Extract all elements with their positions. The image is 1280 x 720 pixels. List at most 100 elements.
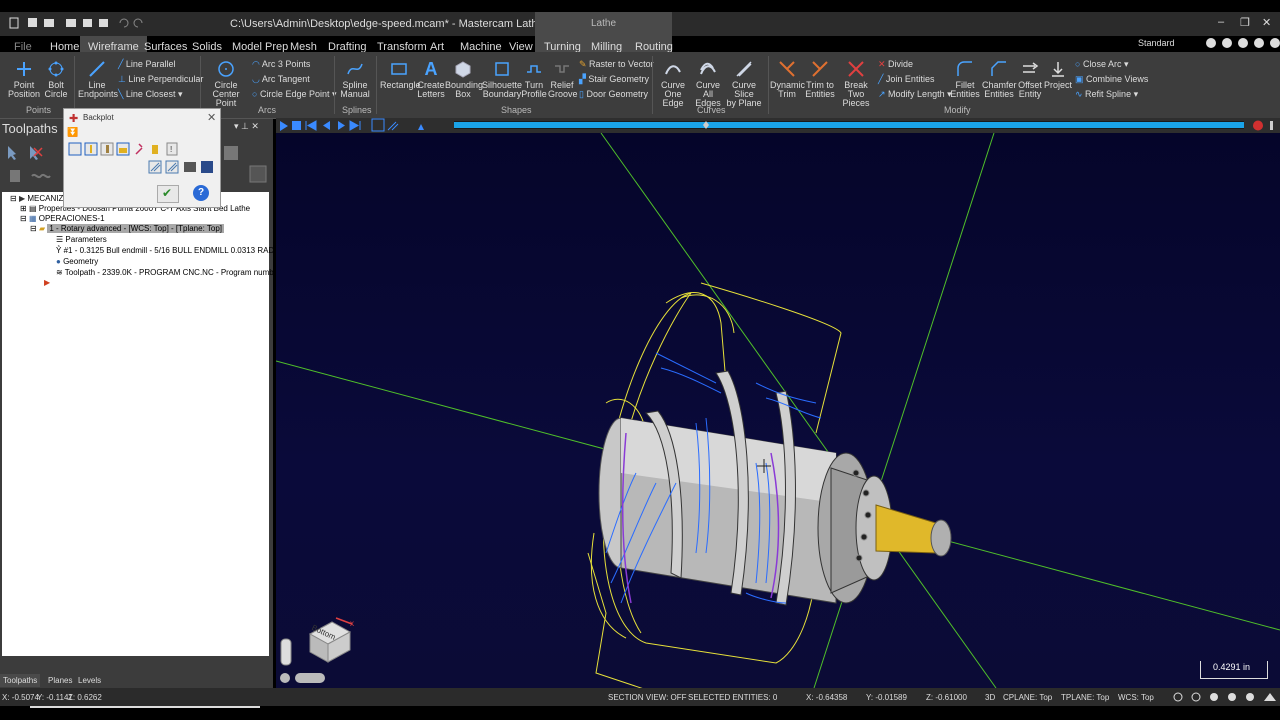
stop-indicator-icon [1253,120,1263,131]
tab-planes[interactable]: Planes [48,676,72,685]
tree-node-toolpath[interactable]: ≋ Toolpath - 2339.0K - PROGRAM CNC.NC - … [56,268,288,278]
help-icons[interactable] [1205,37,1280,49]
machine-icon: ▶ [18,194,26,203]
arc-3-points-label: Arc 3 Points [261,59,311,69]
option-axes-icon [135,143,143,155]
rectangle-button[interactable]: Rectangle [380,60,421,90]
point-position-button[interactable]: Point Position [6,60,42,99]
dynamic-trim-button[interactable]: Dynamic Trim [770,60,805,99]
tree-node-geometry[interactable]: ● Geometry [56,257,98,267]
silhouette-boundary-button[interactable]: Silhouette Boundary [482,60,522,99]
separator [200,56,201,114]
tree-node-operation-1[interactable]: ⊟ ▰ 1 - Rotary advanced - [WCS: Top] - [… [30,224,224,234]
tree-label: MECANIZ [27,194,64,203]
tplane-status[interactable]: TPLANE: Top [1061,693,1109,702]
parameters-icon: ☰ [56,235,64,244]
help-button[interactable]: ? [193,185,209,201]
circle-center-point-button[interactable]: Circle Center Point [204,60,248,108]
turn-profile-button[interactable]: Turn Profile [520,60,548,99]
line-closest-button[interactable]: ╲ Line Closest ▾ [118,89,182,99]
curve-slice-by-plane-label: Curve Slice by Plane [726,80,762,108]
chamfer-entities-button[interactable]: Chamfer Entities [982,60,1017,99]
tree-node-parameters[interactable]: ☰ Parameters [56,235,107,245]
curve-slice-by-plane-button[interactable]: Curve Slice by Plane [724,60,764,108]
cplane-status[interactable]: CPLANE: Top [1003,693,1052,702]
spline-manual-label: Spline Manual [340,80,370,99]
minimize-icon[interactable]: – [1218,16,1224,28]
ok-button[interactable]: ✔ [157,185,179,203]
tree-node-machine-group[interactable]: ⊟ ▶ MECANIZ [10,194,63,204]
refit-spline-button[interactable]: ∿ Refit Spline ▾ [1075,89,1138,99]
cursor-z: Z: 0.6262 [68,693,102,702]
offset-entity-button[interactable]: Offset Entity [1015,60,1045,99]
new-icon [9,17,19,29]
check-icon: ✔ [162,186,173,200]
divide-icon: ✕ [878,59,889,69]
section-view-status[interactable]: SECTION VIEW: OFF [608,693,687,702]
expand-icon[interactable]: ⊞ [20,204,27,213]
fillet-entities-button[interactable]: Fillet Entities [950,60,980,99]
raster-to-vector-button[interactable]: ✎ Raster to Vector [579,59,654,69]
rectangle-label: Rectangle [380,80,421,90]
graphics-viewport[interactable] [276,133,1280,688]
expand-icon[interactable]: ⊟ [30,224,37,233]
coord-y: Y: -0.01589 [866,693,907,702]
curve-all-edges-button[interactable]: Curve All Edges [691,60,725,108]
backplot-title: Backplot [83,113,114,122]
bolt-circle-icon [48,61,64,77]
curve-one-edge-button[interactable]: Curve One Edge [654,60,692,108]
backplot-dialog: ✚ Backplot ✕ ⏬ ! ✔ ? [63,108,221,208]
group-curves-label: Curves [697,105,726,115]
wcs-status[interactable]: WCS: Top [1118,693,1154,702]
insert-arrow-icon[interactable]: ▶ [44,278,50,288]
bounding-box-button[interactable]: Bounding Box [445,60,483,99]
break-two-pieces-button[interactable]: Break Two Pieces [837,60,875,108]
close-icon[interactable]: ✕ [1262,16,1271,29]
separator [74,56,75,114]
door-geometry-button[interactable]: ▯ Door Geometry [579,89,648,99]
mode-3d-toggle[interactable]: 3D [985,693,995,702]
divide-button[interactable]: ✕ Divide [878,59,913,69]
bolt-circle-button[interactable]: Bolt Circle [42,60,70,99]
stair-geometry-button[interactable]: ▞ Stair Geometry [579,74,649,84]
trim-to-entities-button[interactable]: Trim to Entities [802,60,838,99]
line-endpoints-button[interactable]: Line Endpoints [78,60,118,99]
window-controls[interactable]: – ❐ ✕ [1210,16,1280,30]
arc-tangent-icon: ◡ [252,74,262,84]
modify-length-button[interactable]: ↗ Modify Length ▾ [878,89,952,99]
tab-levels[interactable]: Levels [78,676,101,685]
project-button[interactable]: Project [1044,60,1072,90]
collapse-icon[interactable]: ⏬ [67,127,78,138]
close-arc-button[interactable]: ○ Close Arc ▾ [1075,59,1128,69]
combine-views-button[interactable]: ▣ Combine Views [1075,74,1148,84]
dialog-close-icon[interactable]: ✕ [207,111,216,124]
expand-icon[interactable]: ⊟ [20,214,27,223]
display-icons[interactable] [1172,691,1277,705]
expand-icon[interactable]: ⊟ [10,194,17,203]
line-perpendicular-button[interactable]: ⊥ Line Perpendicular [118,74,203,84]
circle-edge-point-button[interactable]: ○ Circle Edge Point ▾ [252,89,337,99]
backplot-options-row: ! [68,142,208,156]
tab-toolpaths[interactable]: Toolpaths [0,674,41,687]
option-cutter-icon [152,145,158,154]
tree-node-operations[interactable]: ⊟ ▦ OPERACIONES-1 [20,214,105,224]
create-letters-button[interactable]: A Create Letters [417,60,445,99]
playback-controls[interactable] [276,118,1280,133]
arc-tangent-button[interactable]: ◡ Arc Tangent [252,74,310,84]
tree-node-tool[interactable]: Ỷ #1 - 0.3125 Bull endmill - 5/16 BULL E… [56,246,274,256]
view-controls[interactable] [279,637,329,687]
curve-all-edges-icon [700,62,716,75]
spline-manual-button[interactable]: Spline Manual [336,60,374,99]
stop-icon [292,121,301,130]
toolpath-tree: ⊟ ▶ MECANIZ ⊞ ▤ Properties - Doosan Puma… [2,192,288,656]
contextual-tab-label: Lathe [590,18,617,29]
arc-3-points-button[interactable]: ◠ Arc 3 Points [252,59,310,69]
machined-part-view [276,133,1280,688]
relief-groove-button[interactable]: Relief Groove [548,60,578,99]
line-parallel-button[interactable]: ╱ Line Parallel [118,59,175,69]
panel-pin-icon[interactable]: ▾ ⊥ ✕ [234,121,259,132]
join-entities-button[interactable]: ╱ Join Entities [878,74,934,84]
restore-icon[interactable]: ❐ [1240,16,1250,29]
scroll-handle-icon [280,638,292,666]
workspace-selector[interactable]: Standard [1138,38,1175,48]
